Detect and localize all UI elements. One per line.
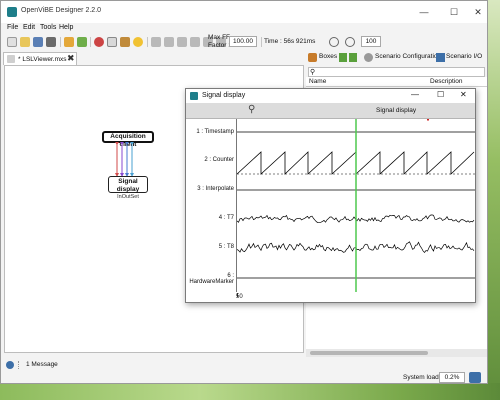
- menu-bar: File Edit Tools Help: [1, 23, 487, 35]
- box-list-header: Name Description: [306, 77, 487, 87]
- scrollbar-thumb[interactable]: [310, 351, 428, 355]
- divider: [18, 361, 20, 369]
- channel-label: 6 : HardwareMarker: [189, 273, 234, 285]
- menu-help[interactable]: Help: [59, 24, 73, 31]
- toolbar: Max FF Factor : 100.00 Time : 56s 921ms …: [1, 34, 487, 49]
- desktop-background-bottom: [0, 383, 500, 400]
- box-title: Signal display: [116, 178, 140, 193]
- right-panel-tabs: Boxes Scenario Configuration Scenario I/…: [306, 51, 487, 66]
- comment-icon[interactable]: [133, 37, 143, 47]
- scenario-file-icon: [7, 55, 15, 63]
- zoom-in-icon[interactable]: [345, 37, 355, 47]
- channel-label: 5 : T8: [218, 244, 234, 250]
- signal-display-title-bar[interactable]: Signal display — ☐ ✕: [186, 89, 475, 103]
- signal-display-title: Signal display: [202, 92, 246, 99]
- signal-display-window: Signal display — ☐ ✕ ⚲ Signal display 1 …: [185, 88, 476, 303]
- close-button[interactable]: ✕: [460, 90, 467, 99]
- system-load-value: 0.2%: [439, 372, 465, 383]
- save-as-icon[interactable]: [46, 37, 56, 47]
- channel-label: 4 : T7: [218, 215, 234, 221]
- message-count[interactable]: 1 Message: [26, 361, 58, 368]
- minimize-button[interactable]: —: [411, 90, 419, 99]
- title-bar[interactable]: OpenViBE Designer 2.2.0 — ☐ ✕: [1, 1, 487, 23]
- collapse-icon[interactable]: [349, 53, 357, 62]
- time-axis-start: 50: [236, 294, 243, 300]
- expand-icon[interactable]: [339, 53, 347, 62]
- message-bar: 1 Message: [6, 360, 484, 370]
- max-ff-label: Max FF: [208, 34, 231, 41]
- column-name[interactable]: Name: [309, 78, 326, 85]
- time-label: Time : 56s 921ms: [264, 38, 316, 45]
- stop-icon[interactable]: [164, 37, 174, 47]
- openvibe-app-icon: [190, 92, 198, 100]
- toolbar-separator: [60, 37, 61, 47]
- zoom-input[interactable]: 100: [361, 36, 381, 47]
- scenario-io-icon: [436, 53, 445, 62]
- channel-label: 2 : Counter: [204, 157, 234, 163]
- settings-icon: [364, 53, 373, 62]
- menu-file[interactable]: File: [7, 24, 18, 31]
- horizontal-scrollbar[interactable]: [306, 349, 487, 357]
- step-icon[interactable]: [190, 37, 200, 47]
- new-icon[interactable]: [7, 37, 17, 47]
- system-load-label: System load :: [403, 374, 443, 381]
- undo-icon[interactable]: [64, 37, 74, 47]
- maximize-button[interactable]: ☐: [437, 90, 444, 99]
- save-icon[interactable]: [33, 37, 43, 47]
- max-ff-label-2: Factor :: [208, 42, 231, 49]
- time-axis: 50: [186, 292, 475, 302]
- tab-boxes[interactable]: Boxes: [319, 53, 337, 60]
- tab-scenario-io[interactable]: Scenario I/O: [446, 53, 482, 60]
- scenario-tab[interactable]: * LSLViewer.mxs * ✖: [3, 52, 77, 65]
- menu-edit[interactable]: Edit: [23, 24, 35, 31]
- toolbar-separator: [90, 37, 91, 47]
- monitor-icon[interactable]: [469, 372, 481, 383]
- redo-icon[interactable]: [77, 37, 87, 47]
- box-subtitle: InOutSet: [117, 194, 139, 200]
- channel-label: 3 : Interpolate: [197, 186, 234, 192]
- desktop-background-right: [486, 0, 500, 400]
- window-title: OpenViBE Designer 2.2.0: [21, 7, 102, 14]
- signal-display-label: Signal display: [376, 107, 417, 114]
- copy-icon[interactable]: [107, 37, 117, 47]
- open-icon[interactable]: [20, 37, 30, 47]
- max-ff-input[interactable]: 100.00: [229, 36, 257, 47]
- close-tab-icon[interactable]: ✖: [67, 53, 75, 64]
- menu-tools[interactable]: Tools: [40, 24, 56, 31]
- paste-icon[interactable]: [120, 37, 130, 47]
- scenario-tab-label: * LSLViewer.mxs *: [18, 56, 71, 63]
- minimize-button[interactable]: —: [417, 5, 431, 19]
- channel-label: 1 : Timestamp: [196, 129, 234, 135]
- tab-scenario-configuration[interactable]: Scenario Configuration: [375, 53, 441, 60]
- signal-plot-area[interactable]: [236, 119, 475, 292]
- magnifier-icon[interactable]: ⚲: [248, 104, 255, 115]
- signal-traces: [237, 119, 475, 292]
- column-description[interactable]: Description: [430, 78, 463, 85]
- signal-display-box[interactable]: Signal display InOutSet: [108, 176, 148, 200]
- channel-labels: 1 : Timestamp 2 : Counter 3 : Interpolat…: [186, 119, 236, 292]
- rewind-icon[interactable]: [151, 37, 161, 47]
- toolbar-separator: [261, 37, 262, 47]
- toolbar-separator: [147, 37, 148, 47]
- search-icon: ⚲: [310, 69, 316, 76]
- close-button[interactable]: ✕: [471, 5, 485, 19]
- cut-icon[interactable]: [94, 37, 104, 47]
- box-search-input[interactable]: ⚲: [308, 67, 485, 77]
- info-icon: [6, 361, 14, 369]
- maximize-button[interactable]: ☐: [447, 5, 461, 19]
- boxes-tab-icon: [308, 53, 317, 62]
- signal-display-toolbar: ⚲ Signal display: [186, 103, 475, 119]
- openvibe-app-icon: [7, 7, 17, 17]
- zoom-out-icon[interactable]: [329, 37, 339, 47]
- pause-icon[interactable]: [177, 37, 187, 47]
